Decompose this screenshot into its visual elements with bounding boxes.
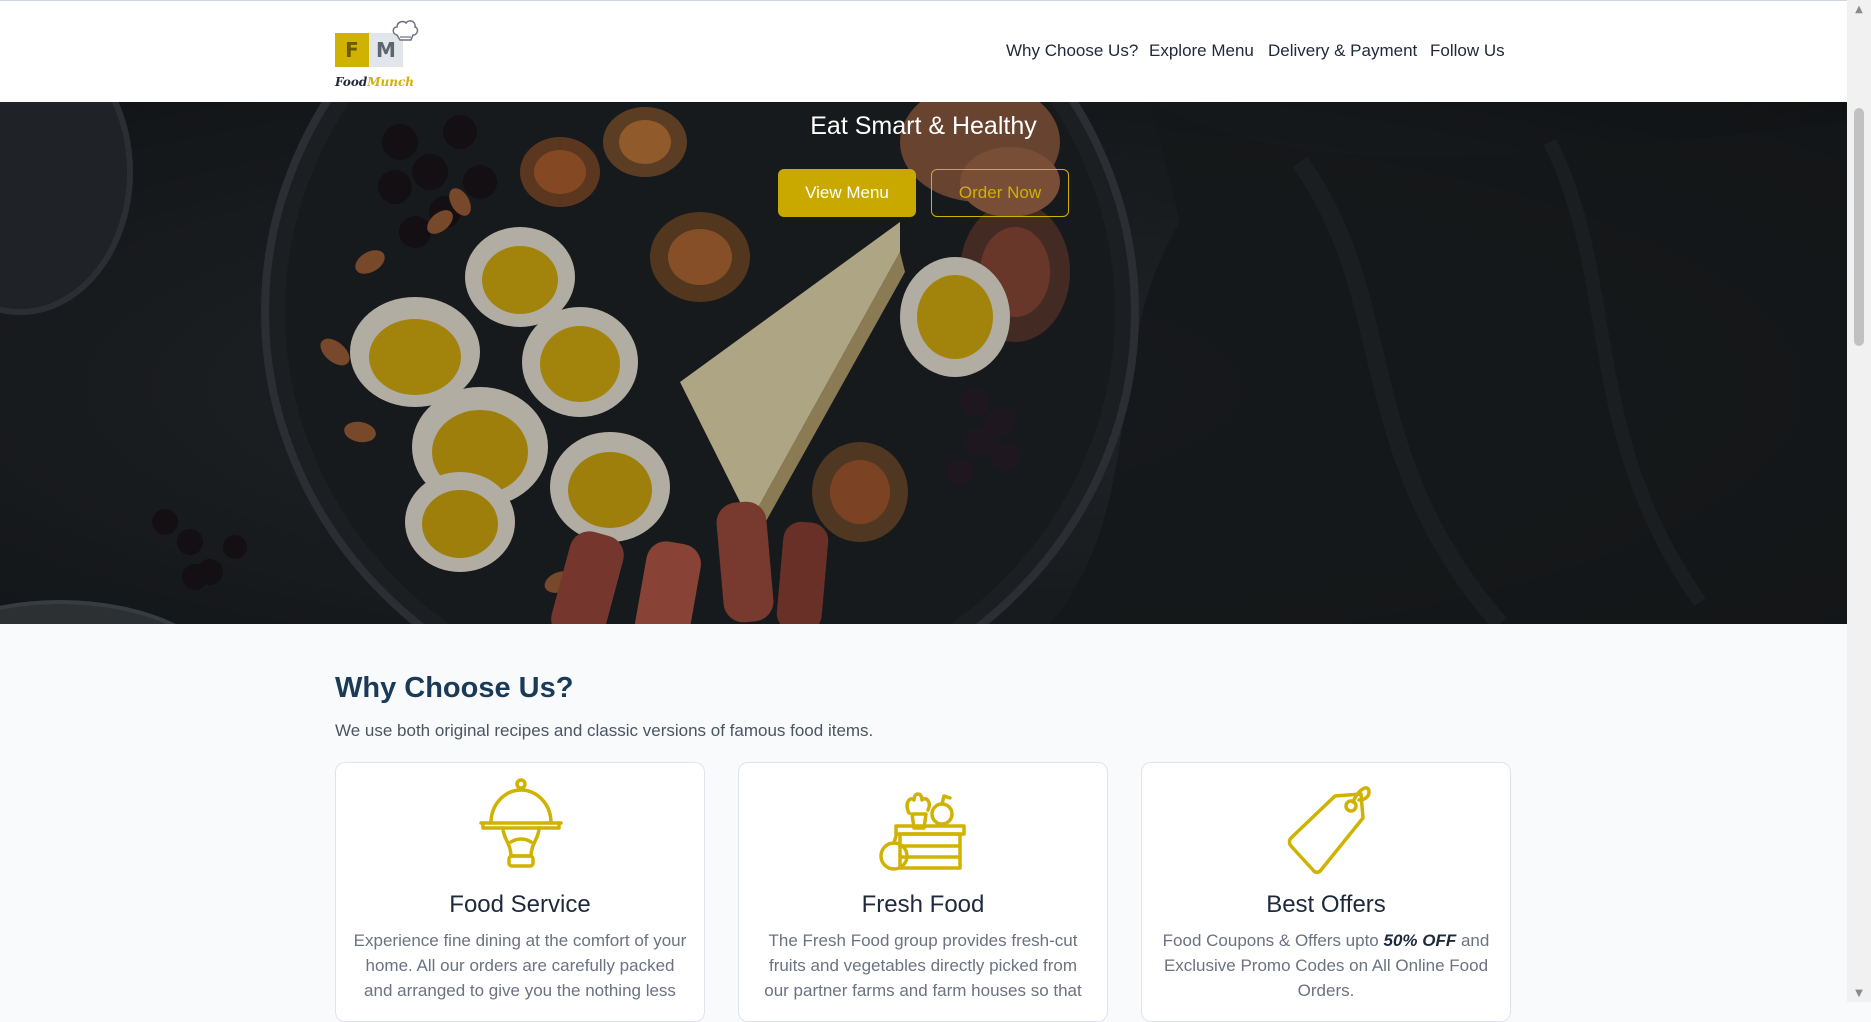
fresh-food-card: Fresh Food The Fresh Food group provides… <box>738 762 1108 1022</box>
hero-food-image <box>0 102 1847 624</box>
scroll-up-arrow-icon[interactable]: ▲ <box>1847 0 1871 18</box>
why-choose-us-title: Why Choose Us? <box>335 672 574 704</box>
hero-title: Eat Smart & Healthy <box>810 112 1037 140</box>
nav-follow-us[interactable]: Follow Us <box>1430 41 1505 61</box>
food-service-card: Food Service Experience fine dining at t… <box>335 762 705 1022</box>
hero-banner: Eat Smart & Healthy View Menu Order Now <box>0 102 1847 624</box>
foodmunch-logo[interactable]: F M FoodMunch <box>335 19 427 93</box>
fresh-basket-icon <box>879 792 966 871</box>
card-description: Experience fine dining at the comfort of… <box>353 931 687 1000</box>
chef-hat-icon <box>392 20 419 41</box>
order-now-button[interactable]: Order Now <box>931 169 1069 217</box>
card-title: Fresh Food <box>861 891 985 918</box>
card-title: Food Service <box>449 891 591 918</box>
brand-name-part1: Food <box>335 75 368 89</box>
best-offers-card: Best Offers Food Coupons & Offers upto 5… <box>1141 762 1511 1022</box>
why-choose-us-subtitle: We use both original recipes and classic… <box>335 721 874 740</box>
scroll-down-arrow-icon[interactable]: ▼ <box>1847 984 1871 1002</box>
brand-name-part2: Munch <box>367 75 415 89</box>
vertical-scrollbar[interactable]: ▲ ▼ <box>1847 0 1871 1002</box>
cloche-icon <box>479 778 563 868</box>
offer-text-start: Food Coupons & Offers upto <box>1162 931 1384 950</box>
offer-highlight: 50% OFF <box>1383 931 1457 950</box>
nav-delivery-payment[interactable]: Delivery & Payment <box>1268 41 1417 61</box>
card-description: The Fresh Food group provides fresh-cut … <box>764 931 1082 1000</box>
scroll-thumb[interactable] <box>1854 108 1864 346</box>
price-tag-icon <box>1287 786 1371 874</box>
site-header: F M FoodMunch Why Choose Us? Explore Men… <box>0 0 1847 102</box>
nav-explore-menu[interactable]: Explore Menu <box>1149 41 1254 61</box>
card-description: Food Coupons & Offers upto 50% OFF and E… <box>1158 928 1494 1003</box>
nav-why-choose-us[interactable]: Why Choose Us? <box>1006 41 1138 61</box>
brand-name: FoodMunch <box>335 75 414 89</box>
logo-f-letter: F <box>335 33 369 67</box>
view-menu-button[interactable]: View Menu <box>778 169 916 217</box>
card-title: Best Offers <box>1266 891 1386 918</box>
